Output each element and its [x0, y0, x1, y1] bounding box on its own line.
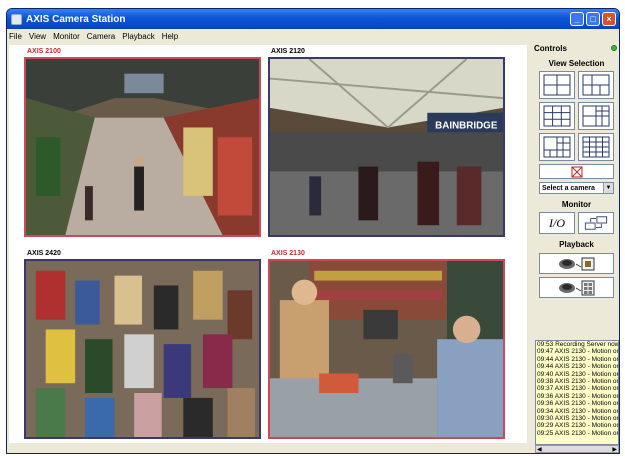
minimize-button[interactable]: _ — [570, 12, 584, 26]
camera-label: AXIS 2420 — [27, 250, 61, 257]
view-1plus7-button[interactable] — [539, 133, 575, 161]
layout-4x4-icon — [582, 136, 610, 158]
playback-label: Playback — [559, 240, 594, 249]
log-entry: 09:44 AXIS 2130 - Motion on — [537, 363, 619, 371]
camera-feed[interactable] — [24, 57, 261, 237]
view-3x3-button[interactable] — [539, 102, 575, 130]
menu-bar: File View Monitor Camera Playback Help — [7, 29, 619, 43]
menu-view[interactable]: View — [29, 32, 46, 41]
view-2x2-button[interactable] — [539, 71, 575, 99]
layout-3x3-icon — [543, 105, 571, 127]
playback-recording-button[interactable] — [539, 253, 614, 274]
log-entry: 09:40 AXIS 2130 - Motion on — [537, 370, 619, 378]
window-title: AXIS Camera Station — [26, 13, 126, 25]
controls-header: Controls — [532, 43, 619, 53]
camera-view-2[interactable]: AXIS 2120 BAINBRIDGE — [268, 48, 505, 237]
log-entry: 09:44 AXIS 2130 - Motion on — [537, 355, 619, 363]
camera-label: AXIS 2130 — [271, 250, 305, 257]
menu-playback[interactable]: Playback — [122, 32, 154, 41]
menu-file[interactable]: File — [9, 32, 22, 41]
view-selection-grid — [532, 71, 619, 161]
log-entry: 09:53 Recording Server now — [537, 341, 619, 348]
log-entry: 09:36 AXIS 2130 - Motion on — [537, 400, 619, 408]
title-bar[interactable]: AXIS Camera Station _ □ × — [7, 9, 619, 29]
menu-help[interactable]: Help — [162, 32, 178, 41]
mall-walkway-image — [26, 59, 259, 235]
camera-view-4[interactable]: AXIS 2130 — [268, 250, 505, 439]
layout-1plus3-icon — [582, 74, 610, 96]
layout-1plus7-icon — [543, 136, 571, 158]
video-area: AXIS 2100 AXIS 2120 BAINBRIDGE AXIS 2420… — [9, 45, 527, 443]
log-horizontal-scrollbar[interactable]: ◀ ▶ — [535, 445, 619, 453]
log-entry: 09:34 AXIS 2130 - Motion on — [537, 407, 619, 415]
log-entry: 09:37 AXIS 2130 - Motion on — [537, 385, 619, 393]
camera-feed[interactable]: BAINBRIDGE — [268, 57, 505, 237]
clear-view-icon — [571, 166, 582, 177]
view-1plus5-button[interactable] — [578, 102, 614, 130]
scroll-right-icon[interactable]: ▶ — [612, 446, 617, 453]
sequence-monitor-button[interactable] — [578, 212, 614, 234]
controls-title: Controls — [534, 43, 567, 53]
camera-label: AXIS 2100 — [27, 48, 61, 55]
playback-multi-button[interactable] — [539, 277, 614, 298]
log-entry: 09:47 AXIS 2130 - Motion on — [537, 348, 619, 356]
log-entry: 09:30 AXIS 2130 - Motion on — [537, 415, 619, 423]
playback-multi-icon — [558, 280, 594, 295]
camera-label: AXIS 2120 — [271, 48, 305, 55]
view-selection-label: View Selection — [548, 59, 605, 68]
monitor-label: Monitor — [561, 200, 592, 209]
log-entry: 09:38 AXIS 2130 - Motion on — [537, 378, 619, 386]
app-icon — [11, 13, 22, 25]
view-4x4-button[interactable] — [578, 133, 614, 161]
shopping-center-image: BAINBRIDGE — [270, 59, 503, 235]
playback-camera-icon — [558, 257, 594, 270]
sequence-icon — [584, 216, 608, 230]
svg-text:BAINBRIDGE: BAINBRIDGE — [435, 120, 498, 131]
clear-view-button[interactable] — [539, 164, 614, 179]
log-entry: 09:25 AXIS 2130 - Motion on — [537, 429, 619, 437]
scroll-left-icon[interactable]: ◀ — [537, 446, 542, 453]
camera-select-value: Select a camera — [542, 184, 595, 192]
close-button[interactable]: × — [602, 12, 616, 26]
layout-2x2-icon — [543, 74, 571, 96]
app-window: AXIS Camera Station _ □ × File View Moni… — [6, 8, 620, 454]
event-log[interactable]: 09:53 Recording Server now 09:47 AXIS 213… — [535, 340, 619, 445]
checkout-counter-image — [270, 261, 503, 437]
camera-feed[interactable] — [268, 259, 505, 439]
menu-monitor[interactable]: Monitor — [53, 32, 80, 41]
camera-view-3[interactable]: AXIS 2420 — [24, 250, 261, 439]
layout-1plus5-icon — [582, 105, 610, 127]
status-indicator-icon — [611, 45, 617, 51]
controls-panel: Controls View Selection Select a camera … — [532, 43, 619, 453]
monitor-buttons: I/O — [532, 212, 619, 234]
camera-view-1[interactable]: AXIS 2100 — [24, 48, 261, 237]
camera-feed[interactable] — [24, 259, 261, 439]
log-entry: 09:29 AXIS 2130 - Motion on — [537, 422, 619, 430]
camera-select-dropdown[interactable]: Select a camera ▼ — [539, 182, 614, 194]
chevron-down-icon[interactable]: ▼ — [603, 183, 613, 193]
log-entry: 09:36 AXIS 2130 - Motion on — [537, 392, 619, 400]
crowd-image — [26, 261, 259, 437]
menu-camera[interactable]: Camera — [87, 32, 115, 41]
io-label: I/O — [549, 215, 565, 230]
view-1plus3-button[interactable] — [578, 71, 614, 99]
io-monitor-button[interactable]: I/O — [539, 212, 575, 234]
maximize-button[interactable]: □ — [586, 12, 600, 26]
